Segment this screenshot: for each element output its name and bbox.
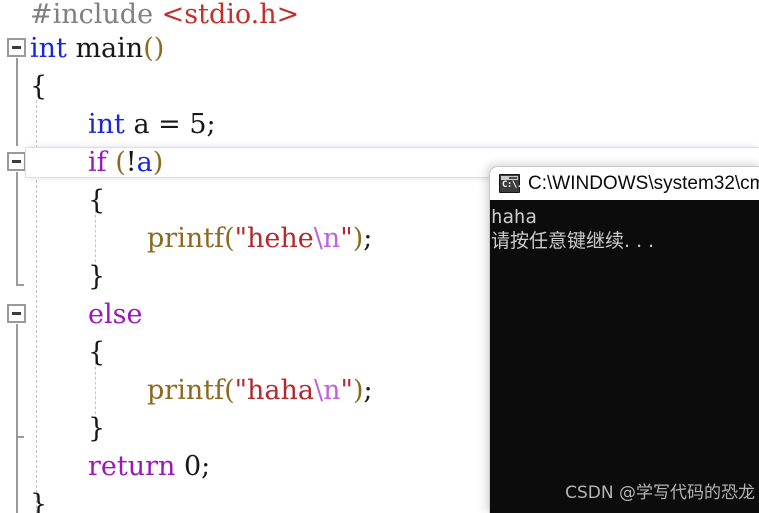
line-close-brace-if-token-0: } [88, 261, 106, 292]
line-if-token-2: ( [115, 147, 126, 178]
line-printf-hehe-token-5: ) [352, 223, 364, 254]
line-open-brace-if-token-0: { [88, 185, 106, 216]
line-if-token-1 [107, 147, 116, 178]
console-body[interactable]: haha 请按任意键继续. . . CSDN @学写代码的恐龙 [490, 200, 759, 513]
line-printf-haha[interactable]: printf("haha\n"); [0, 372, 373, 410]
console-titlebar[interactable]: C:\. C:\WINDOWS\system32\cmd.exe [490, 167, 759, 200]
watermark-text: CSDN @学写代码的恐龙 [565, 483, 755, 503]
line-open-brace-if[interactable]: { [0, 182, 105, 220]
line-printf-haha-token-1: ( [224, 375, 235, 406]
line-main-token-1: main [66, 33, 144, 64]
line-close-brace-main[interactable]: } [0, 486, 47, 513]
line-if-token-4: a [136, 147, 153, 178]
line-open-brace-main[interactable]: { [0, 68, 47, 106]
line-printf-hehe[interactable]: printf("hehe\n"); [0, 220, 372, 258]
line-printf-haha-token-5: ) [352, 375, 364, 406]
console-output-line-1: 请按任意键继续. . . [491, 230, 655, 252]
line-if-token-0: if [88, 147, 107, 178]
line-close-brace-main-token-0: } [30, 489, 48, 513]
line-open-brace-else-token-0: { [88, 337, 106, 368]
console-output: haha 请按任意键继续. . . [491, 205, 654, 253]
screenshot-root: #include <stdio.h> int main(){int a = 5; i… [0, 0, 759, 513]
line-main[interactable]: int main() [0, 30, 164, 68]
line-printf-haha-token-0: printf [147, 375, 225, 406]
line-return-token-1: 0; [175, 451, 211, 482]
line-if-token-3: ! [125, 147, 137, 178]
line-decl-a-token-0: int [88, 109, 125, 140]
line-if[interactable]: if (!a) [0, 144, 163, 182]
cmd-icon: C:\. [499, 174, 522, 193]
line-if-token-5: ) [152, 147, 164, 178]
line-open-brace-main-token-0: { [30, 71, 48, 102]
line-printf-haha-token-3: \n [314, 375, 341, 406]
line-printf-haha-token-4: " [340, 375, 353, 406]
line-include-token-0: #include [30, 0, 162, 30]
line-printf-hehe-token-2: "hehe [234, 223, 314, 254]
line-printf-hehe-token-0: printf [147, 223, 225, 254]
line-close-brace-if[interactable]: } [0, 258, 105, 296]
cmd-icon-prompt-glyph: C:\. [502, 180, 522, 190]
line-return[interactable]: return 0; [0, 448, 210, 486]
line-close-brace-else[interactable]: } [0, 410, 105, 448]
line-close-brace-else-token-0: } [88, 413, 106, 444]
line-decl-a-token-2: 5; [189, 109, 216, 140]
line-printf-hehe-token-4: " [340, 223, 353, 254]
line-else-token-0: else [88, 299, 143, 330]
line-decl-a-token-1: a = [124, 109, 190, 140]
line-include-token-1: <stdio.h> [161, 0, 300, 30]
line-printf-hehe-token-6: ; [363, 223, 373, 254]
line-printf-hehe-token-3: \n [313, 223, 341, 254]
console-title-text: C:\WINDOWS\system32\cmd.exe [528, 172, 759, 194]
line-return-token-0: return [88, 451, 176, 482]
console-output-line-0: haha [491, 206, 537, 228]
line-open-brace-else[interactable]: { [0, 334, 105, 372]
line-else[interactable]: else [0, 296, 142, 334]
line-printf-haha-token-6: ; [363, 375, 373, 406]
line-include[interactable]: #include <stdio.h> [0, 0, 299, 34]
line-decl-a[interactable]: int a = 5; [0, 106, 216, 144]
console-window[interactable]: C:\. C:\WINDOWS\system32\cmd.exe haha请按任… [489, 166, 759, 513]
line-main-token-0: int [30, 33, 67, 64]
line-printf-haha-token-2: "haha [234, 375, 315, 406]
line-main-token-2: () [143, 33, 165, 64]
line-printf-hehe-token-1: ( [224, 223, 235, 254]
